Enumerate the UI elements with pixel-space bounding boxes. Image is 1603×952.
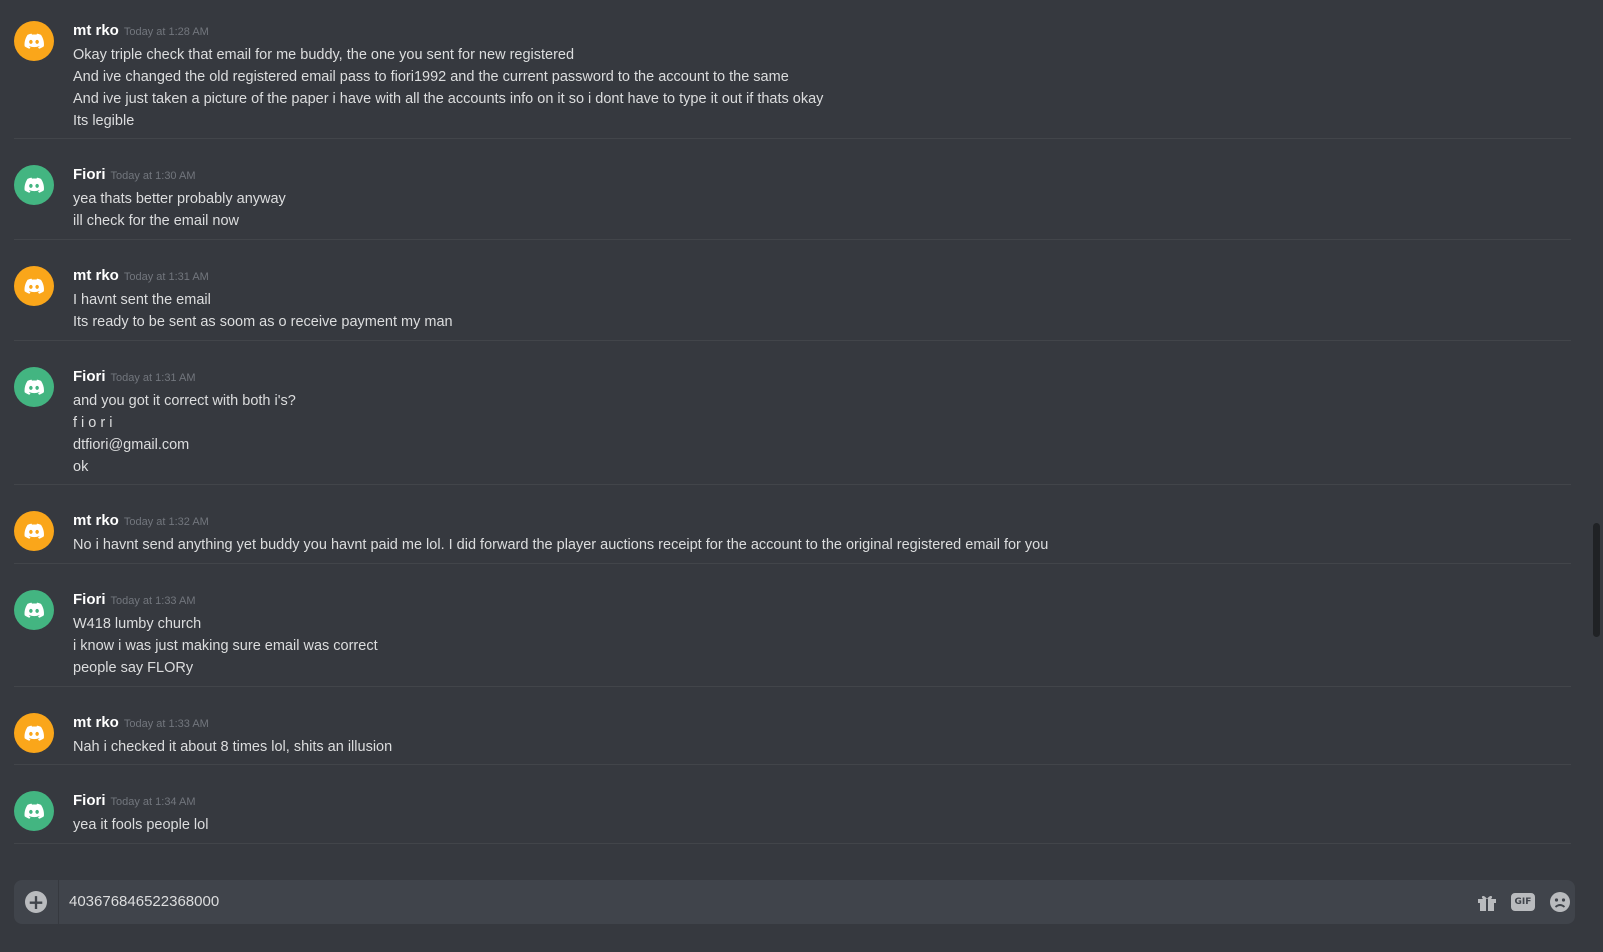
message-line: people say FLORy (73, 660, 194, 676)
discord-logo-icon (24, 278, 44, 294)
message-input[interactable] (69, 880, 1449, 924)
timestamp: Today at 1:33 AM (123, 718, 209, 730)
message-divider (14, 563, 1571, 564)
username[interactable]: Fiori (73, 166, 106, 183)
composer-divider (58, 880, 59, 924)
message-line: And ive changed the old registered email… (73, 69, 789, 85)
message-divider (14, 239, 1571, 240)
message-line: I havnt sent the email (73, 292, 211, 308)
emoji-icon[interactable] (1548, 890, 1572, 914)
message-header: Fiori Today at 1:31 AM (73, 368, 196, 388)
message-header: Fiori Today at 1:30 AM (73, 166, 196, 186)
message-list[interactable]: mt rko Today at 1:28 AM Okay triple check … (0, 0, 1590, 870)
message-body: No i havnt send anything yet buddy you h… (73, 534, 1048, 556)
message-body: yea it fools people lol (73, 814, 208, 836)
timestamp: Today at 1:33 AM (110, 595, 196, 607)
message-divider (14, 138, 1571, 139)
message-body: and you got it correct with both i's? f i… (73, 390, 296, 478)
message-divider (14, 764, 1571, 765)
message-header: mt rko Today at 1:28 AM (73, 22, 209, 42)
username[interactable]: mt rko (73, 714, 119, 731)
timestamp: Today at 1:31 AM (110, 372, 196, 384)
message-line: Its legible (73, 113, 135, 129)
discord-logo-icon (24, 602, 44, 618)
discord-logo-icon (24, 803, 44, 819)
avatar[interactable] (14, 511, 54, 551)
gift-icon[interactable] (1475, 890, 1499, 914)
message-line: ok (73, 459, 89, 475)
discord-logo-icon (24, 177, 44, 193)
timestamp: Today at 1:31 AM (123, 271, 209, 283)
avatar[interactable] (14, 590, 54, 630)
message-line: f i o r i (73, 415, 113, 431)
avatar[interactable] (14, 713, 54, 753)
discord-logo-icon (24, 33, 44, 49)
message-body: I havnt sent the email Its ready to be se… (73, 289, 453, 333)
timestamp: Today at 1:30 AM (110, 170, 196, 182)
username[interactable]: Fiori (73, 368, 106, 385)
avatar[interactable] (14, 367, 54, 407)
username[interactable]: mt rko (73, 512, 119, 529)
message-line: Nah i checked it about 8 times lol, shit… (73, 739, 393, 755)
message-line: And ive just taken a picture of the pape… (73, 91, 824, 107)
message-line: W418 lumby church (73, 616, 202, 632)
timestamp: Today at 1:32 AM (123, 516, 209, 528)
scrollbar-thumb[interactable] (1593, 523, 1600, 637)
discord-logo-icon (24, 725, 44, 741)
message-line: and you got it correct with both i's? (73, 393, 296, 409)
username[interactable]: Fiori (73, 591, 106, 608)
message-divider (14, 484, 1571, 485)
message-line: ill check for the email now (73, 213, 240, 229)
message-line: No i havnt send anything yet buddy you h… (73, 537, 1049, 553)
message-divider (14, 686, 1571, 687)
message-header: Fiori Today at 1:34 AM (73, 792, 196, 812)
timestamp: Today at 1:34 AM (110, 796, 196, 808)
message-line: i know i was just making sure email was … (73, 638, 378, 654)
avatar[interactable] (14, 266, 54, 306)
message-body: Nah i checked it about 8 times lol, shit… (73, 736, 392, 758)
message-line: yea thats better probably anyway (73, 191, 286, 207)
username[interactable]: mt rko (73, 267, 119, 284)
discord-logo-icon (24, 523, 44, 539)
attach-plus-icon[interactable]: + (25, 891, 47, 913)
message-line: Okay triple check that email for me budd… (73, 47, 575, 63)
message-body: Okay triple check that email for me budd… (73, 44, 823, 132)
message-header: mt rko Today at 1:31 AM (73, 267, 209, 287)
message-divider (14, 843, 1571, 844)
gif-label: GIF (1511, 893, 1535, 911)
discord-logo-icon (24, 379, 44, 395)
avatar[interactable] (14, 21, 54, 61)
message-body: W418 lumby church i know i was just makin… (73, 613, 378, 679)
username[interactable]: mt rko (73, 22, 119, 39)
message-header: Fiori Today at 1:33 AM (73, 591, 196, 611)
message-divider (14, 340, 1571, 341)
message-header: mt rko Today at 1:33 AM (73, 714, 209, 734)
gif-icon[interactable]: GIF (1511, 890, 1535, 914)
message-line: dtfiori@gmail.com (73, 437, 190, 453)
chat-view: mt rko Today at 1:28 AM Okay triple check … (0, 0, 1603, 952)
avatar[interactable] (14, 165, 54, 205)
message-composer: + GIF (14, 880, 1575, 924)
timestamp: Today at 1:28 AM (123, 26, 209, 38)
username[interactable]: Fiori (73, 792, 106, 809)
message-line: Its ready to be sent as soom as o receiv… (73, 314, 453, 330)
message-body: yea thats better probably anyway ill chec… (73, 188, 286, 232)
scrollbar-track[interactable] (1591, 0, 1601, 860)
message-line: yea it fools people lol (73, 817, 209, 833)
avatar[interactable] (14, 791, 54, 831)
message-header: mt rko Today at 1:32 AM (73, 512, 209, 532)
